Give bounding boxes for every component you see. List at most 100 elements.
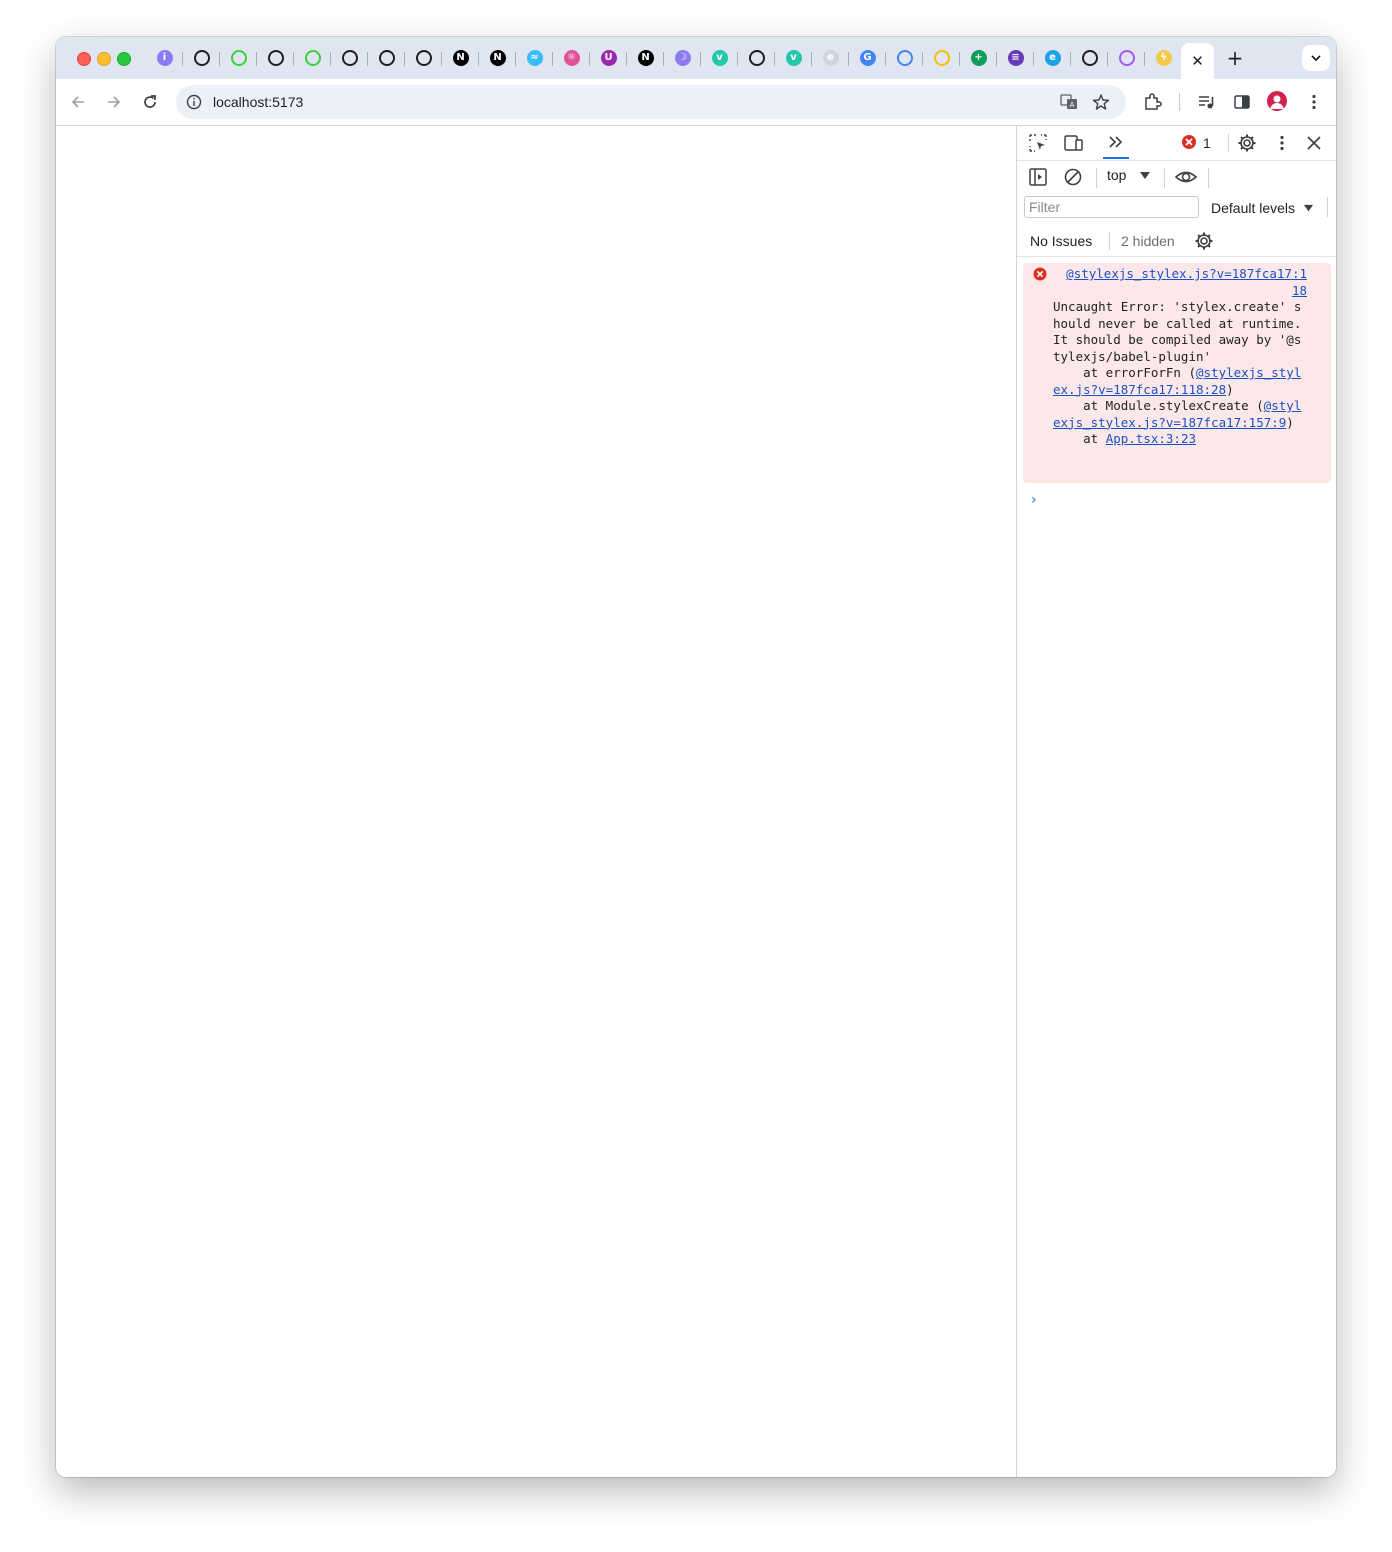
clear-console-icon[interactable]	[1063, 167, 1083, 187]
moon-icon: ☽	[674, 50, 691, 66]
stack-frame-suffix: )	[1226, 381, 1234, 397]
browser-tab[interactable]: v	[775, 44, 812, 72]
levels-triangle-icon[interactable]	[1303, 203, 1314, 214]
maximize-window-button[interactable]	[117, 52, 131, 66]
browser-tab[interactable]: ϟ	[1145, 44, 1182, 72]
extensions-icon[interactable]	[1142, 92, 1162, 112]
browser-tab[interactable]: v	[701, 44, 738, 72]
vite-icon	[1118, 50, 1135, 66]
live-expression-eye-icon[interactable]	[1174, 166, 1198, 188]
error-source-link[interactable]: @stylexjs_stylex.js?v=187fca17:118	[1063, 266, 1307, 299]
devtools-menu-icon[interactable]	[1272, 133, 1292, 153]
browser-tab[interactable]	[886, 44, 923, 72]
active-tab[interactable]: ✕	[1181, 43, 1214, 79]
console-filter-input[interactable]	[1024, 196, 1199, 218]
console-error-message: @stylexjs_stylex.js?v=187fca17:118 Uncau…	[1023, 263, 1331, 483]
address-bar[interactable]: localhost:5173 A	[176, 85, 1126, 119]
browser-tab[interactable]: N	[442, 44, 479, 72]
stack-frame-prefix: at errorForFn (	[1053, 365, 1196, 380]
chevron-down-icon	[1311, 55, 1321, 62]
settings-gear-icon[interactable]	[1237, 133, 1257, 153]
paw-icon	[748, 50, 765, 66]
reload-icon	[144, 95, 156, 108]
close-devtools-icon[interactable]	[1304, 133, 1324, 153]
docs-icon	[896, 50, 913, 66]
minimize-window-button[interactable]	[97, 52, 111, 66]
browser-tab[interactable]	[183, 44, 220, 72]
browser-tab[interactable]: U	[590, 44, 627, 72]
console-prompt-chevron[interactable]: ›	[1031, 492, 1037, 508]
speaker-icon	[1081, 50, 1098, 66]
error-count[interactable]: 1	[1203, 135, 1211, 151]
browser-tab[interactable]	[1071, 44, 1108, 72]
more-vertical-icon[interactable]	[1304, 92, 1324, 112]
media-queue-icon[interactable]	[1196, 92, 1216, 112]
device-toolbar-icon[interactable]	[1063, 133, 1083, 153]
upstash-icon: U	[600, 50, 617, 66]
tab-list: i N N ≈ ⚛ U N ☽ v v e G + ≡ e ϟ	[146, 44, 1182, 72]
error-message-text: Uncaught Error: 'stylex.create' should n…	[1053, 299, 1309, 364]
url-text[interactable]: localhost:5173	[213, 94, 303, 110]
stack-frame-prefix: at Module.stylexCreate (	[1053, 398, 1264, 413]
forward-button[interactable]	[100, 88, 128, 116]
browser-tab[interactable]	[257, 44, 294, 72]
close-window-button[interactable]	[77, 52, 91, 66]
stack-frame-suffix: )	[1286, 414, 1294, 430]
browser-tab[interactable]: e	[812, 44, 849, 72]
sidebar-toggle-icon[interactable]	[1028, 167, 1048, 187]
translate-icon[interactable]: A	[1060, 93, 1078, 111]
browser-tab[interactable]: ≡	[997, 44, 1034, 72]
browser-tab[interactable]	[1108, 44, 1145, 72]
browser-tab[interactable]	[368, 44, 405, 72]
browser-tab[interactable]: N	[479, 44, 516, 72]
profile-avatar[interactable]	[1267, 91, 1287, 111]
inspect-element-icon[interactable]	[1028, 133, 1048, 153]
browser-tab[interactable]: G	[849, 44, 886, 72]
console-settings-gear-icon[interactable]	[1194, 231, 1214, 251]
more-tabs-chevrons-icon[interactable]	[1106, 132, 1126, 152]
new-tab-button[interactable]: +	[1222, 45, 1248, 71]
reload-button[interactable]	[136, 88, 164, 116]
browser-tab[interactable]	[405, 44, 442, 72]
browser-tab[interactable]	[294, 44, 331, 72]
site-info-icon[interactable]	[186, 94, 202, 110]
stack-frame-link[interactable]: App.tsx:3:23	[1106, 431, 1196, 446]
github-icon	[193, 50, 210, 66]
sheets-icon: +	[970, 50, 987, 66]
log-levels-dropdown[interactable]: Default levels	[1211, 200, 1295, 216]
edge-light-icon: e	[822, 50, 839, 66]
browser-tab[interactable]: N	[627, 44, 664, 72]
stack-frame-prefix: at	[1053, 431, 1106, 446]
dropdown-triangle-icon[interactable]	[1139, 170, 1151, 182]
browser-tab[interactable]: e	[1034, 44, 1071, 72]
error-badge-icon[interactable]	[1181, 134, 1197, 150]
github-icon	[341, 50, 358, 66]
edge-icon: e	[1044, 50, 1061, 66]
side-panel-icon[interactable]	[1232, 92, 1252, 112]
tab-search-button[interactable]	[1302, 45, 1330, 71]
bolt-icon: ϟ	[1155, 50, 1172, 66]
browser-tab[interactable]: ≈	[516, 44, 553, 72]
page-content	[56, 126, 1016, 1477]
browser-tab[interactable]	[738, 44, 775, 72]
vue-v-icon: v	[711, 50, 728, 66]
vue-v-icon: v	[785, 50, 802, 66]
browser-tab[interactable]: i	[146, 44, 183, 72]
browser-tab[interactable]: ☽	[664, 44, 701, 72]
github-icon	[267, 50, 284, 66]
browser-tab[interactable]	[923, 44, 960, 72]
browser-tab[interactable]: +	[960, 44, 997, 72]
bookmark-star-icon[interactable]	[1092, 93, 1110, 111]
issues-separator	[1109, 232, 1110, 250]
context-selector[interactable]: top	[1107, 167, 1126, 183]
drive-icon	[933, 50, 950, 66]
react-icon: ⚛	[563, 50, 580, 66]
back-button[interactable]	[64, 88, 92, 116]
tabbar-separator	[1228, 134, 1229, 152]
issues-link[interactable]: No Issues	[1030, 233, 1092, 249]
browser-tab[interactable]	[331, 44, 368, 72]
error-stack-text: Uncaught Error: 'stylex.create' should n…	[1053, 299, 1307, 448]
browser-tab[interactable]	[220, 44, 257, 72]
close-tab-icon[interactable]: ✕	[1191, 52, 1204, 70]
browser-tab[interactable]: ⚛	[553, 44, 590, 72]
